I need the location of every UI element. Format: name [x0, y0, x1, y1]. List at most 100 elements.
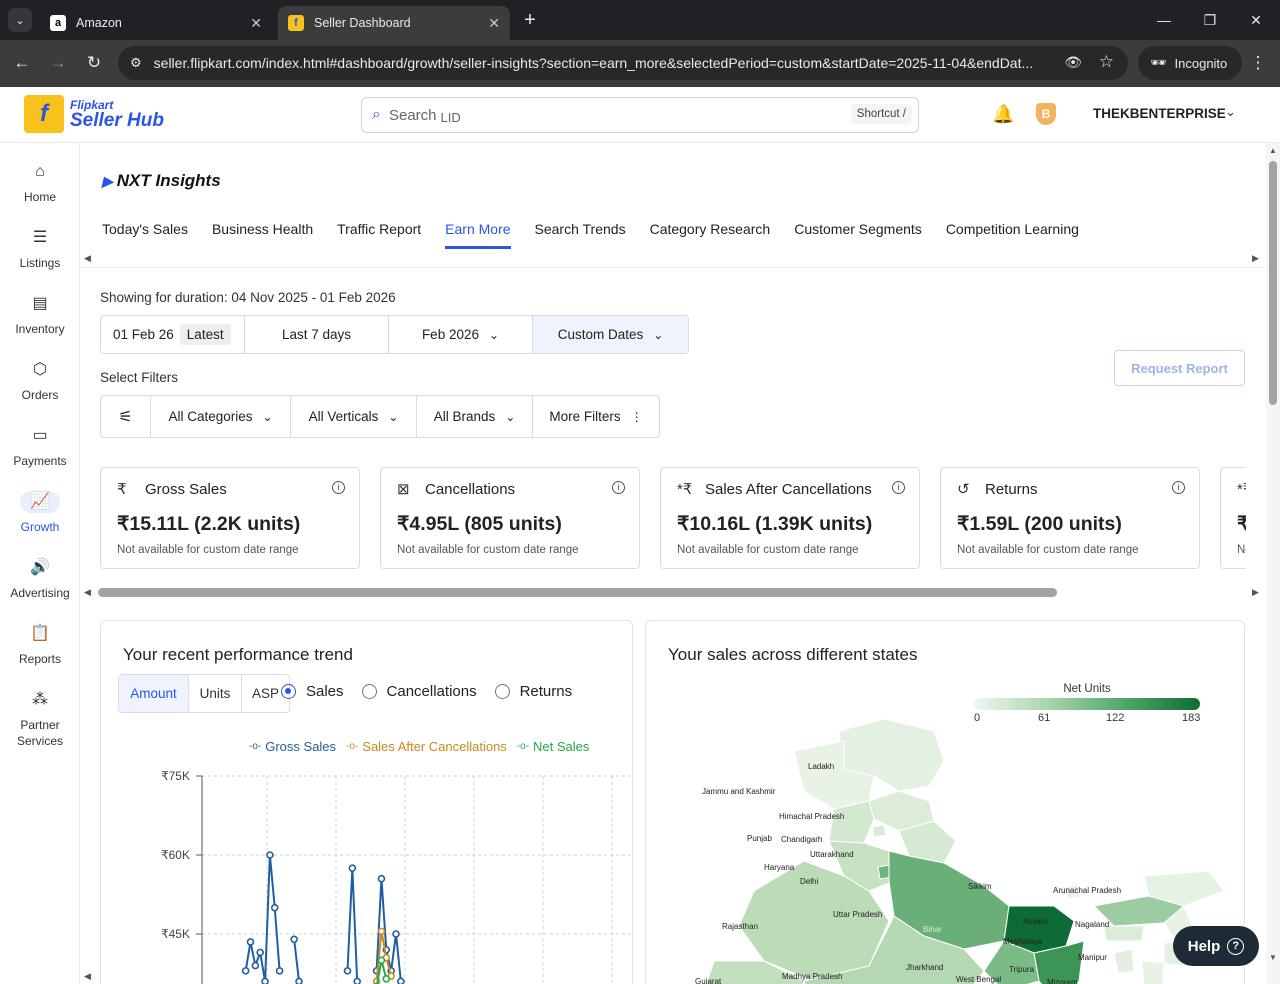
latest-badge: Latest [179, 324, 231, 345]
period-custom-dates-dropdown[interactable]: Custom Dates ⌄ [533, 316, 688, 353]
sidebar-item-advertising[interactable]: 🔊 Advertising [0, 557, 80, 617]
state-label: Tripura [1009, 965, 1035, 974]
close-icon[interactable]: ✕ [488, 15, 500, 32]
bookmark-star-icon[interactable]: ☆ [1099, 52, 1114, 72]
kpi-card-cancellations[interactable]: ⊠ Cancellations i ₹4.95L (805 units) Not… [380, 467, 640, 569]
scroll-down-icon[interactable]: ▼ [1269, 953, 1277, 962]
state-label: Bihar [923, 925, 942, 934]
sidebar-item-orders[interactable]: ⬡ Orders [0, 359, 80, 419]
reload-icon[interactable]: ↻ [82, 51, 106, 75]
period-label: Custom Dates [557, 327, 644, 342]
kpi-card-sales-after-cancellations[interactable]: *₹ Sales After Cancellations i ₹10.16L (… [660, 467, 920, 569]
sidebar-item-payments[interactable]: ▭ Payments [0, 425, 80, 485]
tab-category-research[interactable]: Category Research [650, 221, 771, 249]
kpi-card-partial[interactable]: *₹ ₹8. Not a [1220, 467, 1246, 569]
state-chandigarh[interactable] [871, 824, 887, 838]
minimize-icon[interactable]: — [1144, 8, 1184, 32]
info-icon[interactable]: i [612, 481, 625, 494]
radio-sales[interactable]: Sales [281, 683, 344, 700]
data-point [353, 977, 361, 984]
legend-item-sales-after-cancellations[interactable]: -o- Sales After Cancellations [346, 739, 507, 754]
return-icon: ↺ [957, 481, 970, 498]
scroll-left-icon[interactable]: ◀ [84, 587, 91, 598]
categories-dropdown[interactable]: All Categories ⌄ [151, 396, 291, 437]
tab-search-trends[interactable]: Search Trends [535, 221, 626, 249]
new-tab-button[interactable]: + [518, 8, 542, 32]
rupee-star-icon: *₹ [1237, 481, 1246, 498]
back-icon[interactable]: ← [10, 51, 34, 75]
radio-cancellations[interactable]: Cancellations [361, 683, 477, 700]
browser-tab-amazon[interactable]: a Amazon ✕ [40, 6, 272, 40]
bell-icon[interactable]: 🔔 [992, 104, 1014, 125]
sidebar-item-reports[interactable]: 📋 Reports [0, 623, 80, 683]
period-last-7-days-button[interactable]: Last 7 days [245, 316, 389, 353]
site-info-icon[interactable]: ⚙ [130, 55, 142, 71]
username[interactable]: THEKBENTERPRISE [1093, 106, 1226, 121]
eye-off-icon[interactable]: 👁 [1064, 54, 1082, 71]
legend-item-net-sales[interactable]: -o- Net Sales [517, 739, 590, 754]
kpi-scrollbar[interactable]: ◀ ▶ [80, 585, 1266, 601]
info-icon[interactable]: i [1172, 481, 1185, 494]
sidebar-item-listings[interactable]: ☰ Listings [0, 227, 80, 287]
seller-badge-icon[interactable]: B [1036, 103, 1056, 125]
sidebar-item-home[interactable]: ⌂ Home [0, 161, 80, 221]
scroll-left-icon[interactable]: ◀ [84, 971, 91, 982]
state-mizoram[interactable] [1141, 960, 1165, 984]
scroll-right-icon[interactable]: ▶ [1252, 587, 1259, 598]
kpi-card-gross-sales[interactable]: ₹ Gross Sales i ₹15.11L (2.2K units) Not… [100, 467, 360, 569]
tab-competition-learning[interactable]: Competition Learning [946, 221, 1079, 249]
tab-customer-segments[interactable]: Customer Segments [794, 221, 922, 249]
legend-item-gross-sales[interactable]: -o- Gross Sales [249, 739, 336, 754]
performance-line-chart: ₹75K ₹60K ₹45K [161, 769, 632, 984]
list-icon: ☰ [32, 229, 48, 246]
tab-earn-more[interactable]: Earn More [445, 221, 511, 249]
radio-returns[interactable]: Returns [494, 683, 572, 700]
partner-icon: ⁂ [32, 691, 48, 708]
incognito-indicator[interactable]: 🕶 Incognito [1138, 46, 1242, 80]
scroll-right-icon[interactable]: ▶ [1252, 253, 1259, 264]
close-icon[interactable]: ✕ [250, 15, 262, 32]
page-scrollbar[interactable]: ▲ ▼ [1266, 143, 1280, 984]
data-point [397, 977, 405, 984]
browser-menu-icon[interactable]: ⋮ [1248, 51, 1268, 75]
more-filters-button[interactable]: More Filters ⋮ [533, 396, 659, 437]
verticals-dropdown[interactable]: All Verticals ⌄ [291, 396, 417, 437]
forward-icon[interactable]: → [46, 51, 70, 75]
scrollbar-thumb[interactable] [1269, 161, 1277, 405]
info-icon[interactable]: i [892, 481, 905, 494]
kpi-card-returns[interactable]: ↺ Returns i ₹1.59L (200 units) Not avail… [940, 467, 1200, 569]
chevron-down-icon: ⌄ [388, 409, 399, 424]
tab-todays-sales[interactable]: Today's Sales [102, 221, 188, 249]
segment-units[interactable]: Units [189, 675, 242, 712]
help-button[interactable]: Help ? [1173, 926, 1259, 966]
period-latest-button[interactable]: 01 Feb 26 Latest [101, 316, 245, 353]
search-input[interactable]: ⌕ Search LID Shortcut / [361, 97, 919, 133]
url-text[interactable]: seller.flipkart.com/index.html#dashboard… [154, 55, 1046, 71]
seller-hub-logo[interactable]: f Flipkart Seller Hub [24, 95, 164, 133]
incognito-icon: 🕶 [1150, 55, 1167, 70]
window-close-icon[interactable]: ✕ [1236, 8, 1276, 32]
segment-amount[interactable]: Amount [119, 675, 189, 712]
chevron-down-icon[interactable]: ⌄ [1225, 104, 1236, 120]
request-report-button[interactable]: Request Report [1114, 350, 1245, 386]
scroll-left-icon[interactable]: ◀ [84, 253, 91, 264]
tab-traffic-report[interactable]: Traffic Report [337, 221, 421, 249]
state-meghalaya[interactable] [1103, 925, 1145, 942]
restore-icon[interactable]: ❐ [1190, 8, 1230, 32]
tab-search-button[interactable]: ⌄ [8, 8, 32, 32]
scroll-up-icon[interactable]: ▲ [1269, 146, 1277, 155]
filter-settings-icon[interactable]: ⚟ [101, 396, 151, 437]
sidebar-item-growth[interactable]: 📈 Growth [0, 491, 80, 551]
help-label: Help [1187, 937, 1221, 955]
url-bar[interactable]: ⚙ seller.flipkart.com/index.html#dashboa… [118, 46, 1128, 80]
state-tripura[interactable] [1113, 948, 1135, 974]
state-label: Sikkim [968, 882, 992, 891]
tab-business-health[interactable]: Business Health [212, 221, 313, 249]
sidebar-item-inventory[interactable]: ▤ Inventory [0, 293, 80, 353]
sidebar-item-partner-services[interactable]: ⁂ Partner Services [0, 689, 80, 749]
period-month-dropdown[interactable]: Feb 2026 ⌄ [389, 316, 533, 353]
browser-tab-seller-dashboard[interactable]: f Seller Dashboard ✕ [278, 6, 510, 40]
brands-dropdown[interactable]: All Brands ⌄ [417, 396, 533, 437]
scrollbar-thumb[interactable] [98, 588, 1057, 597]
info-icon[interactable]: i [332, 481, 345, 494]
